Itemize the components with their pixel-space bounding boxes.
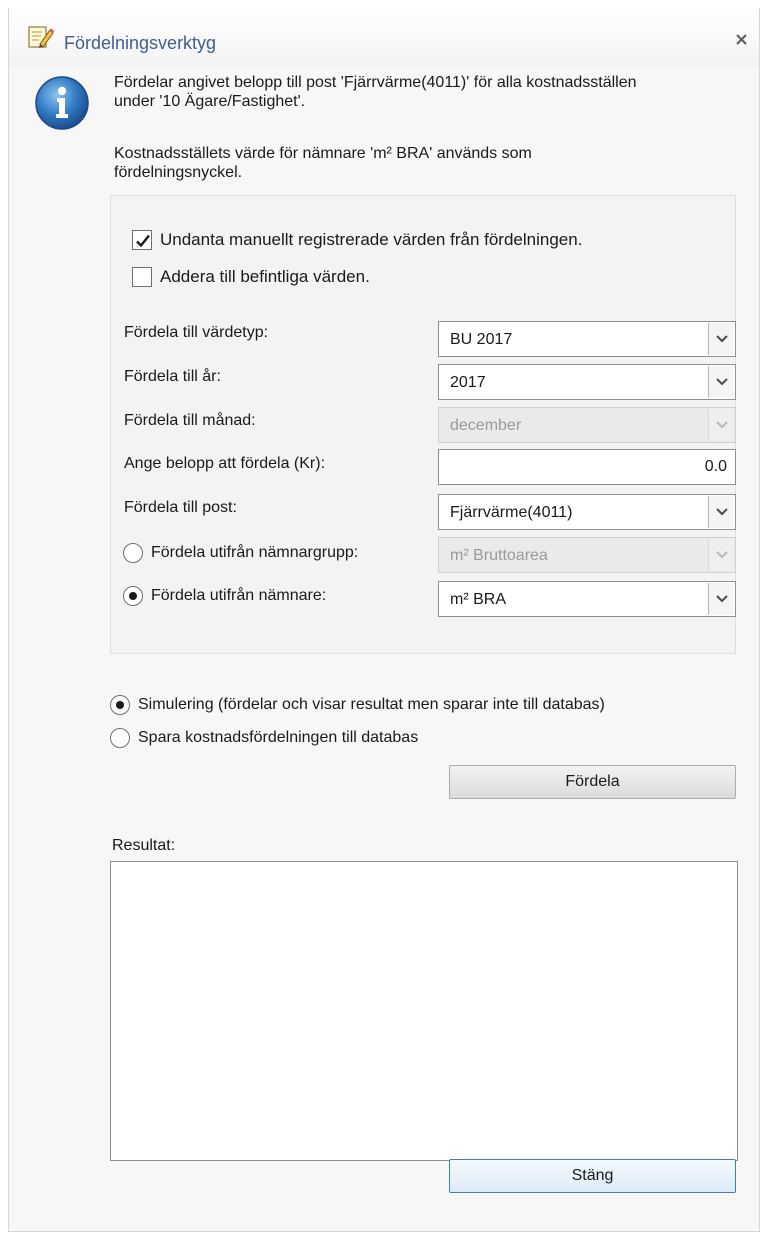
denominator-group-label: Fördela utifrån nämnargrupp: bbox=[151, 544, 359, 561]
radio-button[interactable] bbox=[110, 728, 130, 748]
simulate-label: Simulering (fördelar och visar resultat … bbox=[138, 696, 605, 713]
exclude-manual-checkbox[interactable]: Undanta manuellt registrerade värden frå… bbox=[132, 229, 582, 251]
add-existing-checkbox[interactable]: Addera till befintliga värden. bbox=[132, 266, 370, 288]
chevron-down-icon bbox=[716, 551, 728, 559]
close-button[interactable]: Stäng bbox=[449, 1159, 736, 1193]
info-description: Fördelar angivet belopp till post 'Fjärr… bbox=[114, 73, 734, 111]
dropdown-button[interactable] bbox=[708, 539, 734, 571]
denominator-group-dropdown[interactable]: m² Bruttoarea bbox=[438, 537, 736, 573]
window-title: Fördelningsverktyg bbox=[64, 33, 217, 53]
amount-input[interactable] bbox=[438, 449, 736, 485]
year-dropdown[interactable]: 2017 bbox=[438, 364, 736, 400]
dropdown-button[interactable] bbox=[708, 496, 734, 528]
checkmark-icon bbox=[136, 234, 150, 248]
denominator-value: m² BRA bbox=[450, 591, 506, 608]
result-output[interactable] bbox=[110, 861, 738, 1161]
save-to-database-radio[interactable]: Spara kostnadsfördelningen till databas bbox=[110, 727, 418, 749]
post-value: Fjärrvärme(4011) bbox=[450, 504, 573, 521]
denominator-dropdown[interactable]: m² BRA bbox=[438, 581, 736, 617]
denominator-group-value: m² Bruttoarea bbox=[450, 547, 548, 564]
year-value: 2017 bbox=[450, 374, 486, 391]
radio-button[interactable] bbox=[123, 543, 143, 563]
month-value: december bbox=[450, 417, 522, 434]
post-dropdown[interactable]: Fjärrvärme(4011) bbox=[438, 494, 736, 530]
value-type-dropdown[interactable]: BU 2017 bbox=[438, 321, 736, 357]
add-existing-label: Addera till befintliga värden. bbox=[160, 267, 370, 286]
radio-button[interactable] bbox=[110, 695, 130, 715]
denominator-group-radio[interactable]: Fördela utifrån nämnargrupp: bbox=[123, 542, 358, 564]
checkbox-box[interactable] bbox=[132, 230, 152, 250]
close-window-button[interactable] bbox=[727, 25, 755, 51]
simulate-radio[interactable]: Simulering (fördelar och visar resultat … bbox=[110, 694, 605, 716]
dropdown-button[interactable] bbox=[708, 366, 734, 398]
month-dropdown[interactable]: december bbox=[438, 407, 736, 443]
radio-button[interactable] bbox=[123, 586, 143, 606]
amount-field[interactable] bbox=[439, 450, 735, 484]
chevron-down-icon bbox=[716, 378, 728, 386]
dropdown-button[interactable] bbox=[708, 583, 734, 615]
info-key-description: Kostnadsställets värde för nämnare 'm² B… bbox=[114, 144, 734, 182]
denominator-radio[interactable]: Fördela utifrån nämnare: bbox=[123, 585, 326, 607]
info-line: under '10 Ägare/Fastighet'. bbox=[114, 93, 306, 110]
value-type-value: BU 2017 bbox=[450, 331, 513, 348]
close-icon bbox=[736, 34, 747, 45]
distribute-button[interactable]: Fördela bbox=[449, 765, 736, 799]
denominator-label: Fördela utifrån nämnare: bbox=[151, 587, 327, 604]
year-label: Fördela till år: bbox=[124, 368, 221, 385]
info-icon bbox=[34, 75, 90, 131]
info-line: Kostnadsställets värde för nämnare 'm² B… bbox=[114, 145, 532, 162]
title-bar: Fördelningsverktyg bbox=[9, 8, 759, 68]
amount-label: Ange belopp att fördela (Kr): bbox=[124, 455, 326, 472]
info-line: Fördelar angivet belopp till post 'Fjärr… bbox=[114, 74, 637, 91]
dropdown-button[interactable] bbox=[708, 409, 734, 441]
value-type-label: Fördela till värdetyp: bbox=[124, 324, 269, 341]
chevron-down-icon bbox=[716, 421, 728, 429]
post-label: Fördela till post: bbox=[124, 499, 237, 516]
edit-notepad-icon bbox=[28, 25, 54, 49]
info-line: fördelningsnyckel. bbox=[114, 164, 243, 181]
chevron-down-icon bbox=[716, 508, 728, 516]
chevron-down-icon bbox=[716, 335, 728, 343]
result-label: Resultat: bbox=[112, 837, 176, 854]
save-to-database-label: Spara kostnadsfördelningen till databas bbox=[138, 729, 419, 746]
month-label: Fördela till månad: bbox=[124, 412, 256, 429]
chevron-down-icon bbox=[716, 595, 728, 603]
dropdown-button[interactable] bbox=[708, 323, 734, 355]
checkbox-box[interactable] bbox=[132, 267, 152, 287]
exclude-manual-label: Undanta manuellt registrerade värden frå… bbox=[160, 230, 583, 249]
